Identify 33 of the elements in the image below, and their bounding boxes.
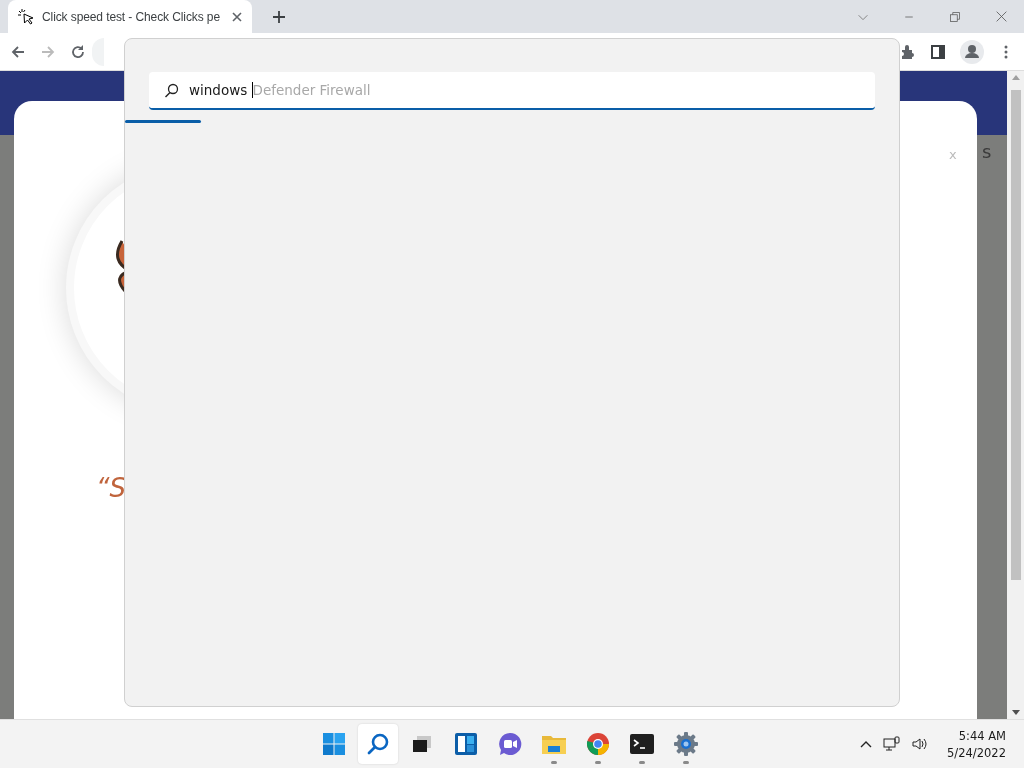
search-icon xyxy=(366,732,390,756)
scrollbar[interactable] xyxy=(1007,71,1024,719)
side-panel-icon[interactable] xyxy=(930,43,946,60)
browser-tab[interactable]: Click speed test - Check Clicks pe xyxy=(8,0,252,33)
avatar-icon[interactable] xyxy=(960,39,984,64)
restore-icon[interactable] xyxy=(949,10,961,23)
page-text: s xyxy=(982,141,992,162)
scroll-down-icon[interactable] xyxy=(1011,710,1020,715)
new-tab-icon[interactable] xyxy=(272,9,286,24)
clock[interactable]: 5:44 AM 5/24/2022 xyxy=(947,728,1006,760)
chat-icon xyxy=(498,732,522,756)
close-icon[interactable] xyxy=(232,11,242,22)
puzzle-icon[interactable] xyxy=(900,43,916,60)
reload-icon[interactable] xyxy=(70,43,86,60)
network-icon[interactable] xyxy=(883,736,902,752)
volume-icon[interactable] xyxy=(911,736,930,752)
search-icon xyxy=(164,82,179,98)
cursor-click-icon xyxy=(18,8,34,25)
search-field[interactable]: windows Defender Firewall xyxy=(149,72,875,110)
date-text: 5/24/2022 xyxy=(947,745,1006,760)
terminal-icon xyxy=(630,733,654,755)
tab-title: Click speed test - Check Clicks pe xyxy=(42,9,221,24)
widgets-icon xyxy=(454,732,478,756)
gear-icon xyxy=(673,731,699,757)
back-icon[interactable] xyxy=(10,43,26,60)
task-view-icon xyxy=(411,733,433,755)
time-text: 5:44 AM xyxy=(958,728,1006,743)
close-icon[interactable] xyxy=(994,10,1008,23)
search-value: windows xyxy=(189,82,253,98)
chrome-icon xyxy=(586,732,610,756)
windows-logo-icon xyxy=(322,732,346,756)
quote-text: “S xyxy=(96,473,126,503)
autocomplete-suggestion: Defender Firewall xyxy=(252,82,371,98)
